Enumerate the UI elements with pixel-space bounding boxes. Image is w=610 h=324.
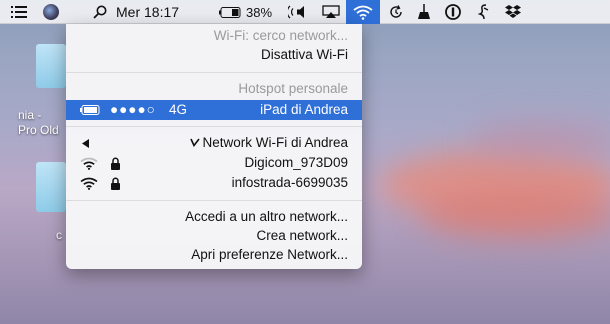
- hotspot-header-text: Hotspot personale: [238, 81, 348, 96]
- network-name: Digicom_973D09: [244, 155, 348, 170]
- network-name: infostrada-6699035: [231, 175, 348, 190]
- networks-submenu[interactable]: Network Wi-Fi di Andrea: [66, 134, 362, 152]
- hotspot-name: iPad di Andrea: [260, 102, 348, 117]
- battery-percent[interactable]: 38%: [246, 0, 284, 24]
- volume-icon[interactable]: [284, 0, 310, 24]
- desktop-label: c: [56, 228, 62, 242]
- desktop-folder-icon[interactable]: [36, 44, 66, 88]
- desktop-file-icon[interactable]: [36, 162, 66, 212]
- open-network-preferences-label: Apri preferenze Network...: [191, 247, 348, 262]
- time-machine-icon[interactable]: [384, 0, 408, 24]
- list-icon[interactable]: [6, 0, 32, 24]
- search-icon[interactable]: [88, 0, 112, 24]
- clock-text[interactable]: Mer 18:17: [116, 0, 216, 24]
- network-type: 4G: [169, 102, 188, 117]
- lock-icon: [110, 174, 121, 192]
- network-item[interactable]: Digicom_973D09: [66, 154, 362, 172]
- airplay-icon[interactable]: [318, 0, 344, 24]
- lock-icon: [110, 154, 121, 172]
- info-icon[interactable]: [440, 0, 466, 24]
- toggle-wifi-label: Disattiva Wi-Fi: [261, 47, 348, 62]
- wifi-signal-icon: [80, 154, 98, 172]
- menu-separator: [66, 72, 362, 73]
- wifi-menu: Wi-Fi: cerco network... Disattiva Wi-Fi …: [66, 24, 362, 269]
- wifi-status-text: Wi-Fi: cerco network...: [213, 28, 348, 43]
- battery-icon[interactable]: [218, 0, 242, 24]
- wallpaper-cloud: [470, 120, 610, 160]
- join-other-network-item[interactable]: Accedi a un altro network...: [66, 208, 362, 226]
- network-item[interactable]: infostrada-6699035: [66, 174, 362, 192]
- menu-separator: [66, 200, 362, 201]
- networks-header-label: Network Wi-Fi di Andrea: [202, 135, 348, 150]
- desktop-label: Pro Old: [18, 123, 59, 137]
- toggle-wifi-menu-item[interactable]: Disattiva Wi-Fi: [66, 46, 362, 64]
- create-network-label: Crea network...: [256, 228, 348, 243]
- submenu-arrow-icon: [82, 134, 89, 152]
- networks-header-text: Network Wi-Fi di Andrea: [190, 134, 348, 152]
- siri-icon[interactable]: [38, 0, 64, 24]
- wifi-status: Wi-Fi: cerco network...: [66, 27, 362, 45]
- wifi-signal-icon: [80, 174, 98, 192]
- menu-bar: Mer 18:17 38%: [0, 0, 610, 24]
- script-icon[interactable]: [472, 0, 496, 24]
- open-network-preferences-item[interactable]: Apri preferenze Network...: [66, 246, 362, 264]
- hotspot-item[interactable]: ●●●●○ 4G iPad di Andrea: [66, 100, 362, 120]
- wifi-icon[interactable]: [346, 0, 380, 24]
- join-other-network-label: Accedi a un altro network...: [185, 209, 348, 224]
- battery-icon: [80, 100, 100, 120]
- signal-strength: ●●●●○: [110, 102, 156, 117]
- broom-icon[interactable]: [412, 0, 436, 24]
- create-network-item[interactable]: Crea network...: [66, 227, 362, 245]
- hotspot-header: Hotspot personale: [66, 80, 362, 98]
- dropbox-icon[interactable]: [500, 0, 526, 24]
- wallpaper-cloud: [420, 190, 610, 240]
- desktop-label: nia -: [18, 108, 42, 122]
- menu-separator: [66, 126, 362, 127]
